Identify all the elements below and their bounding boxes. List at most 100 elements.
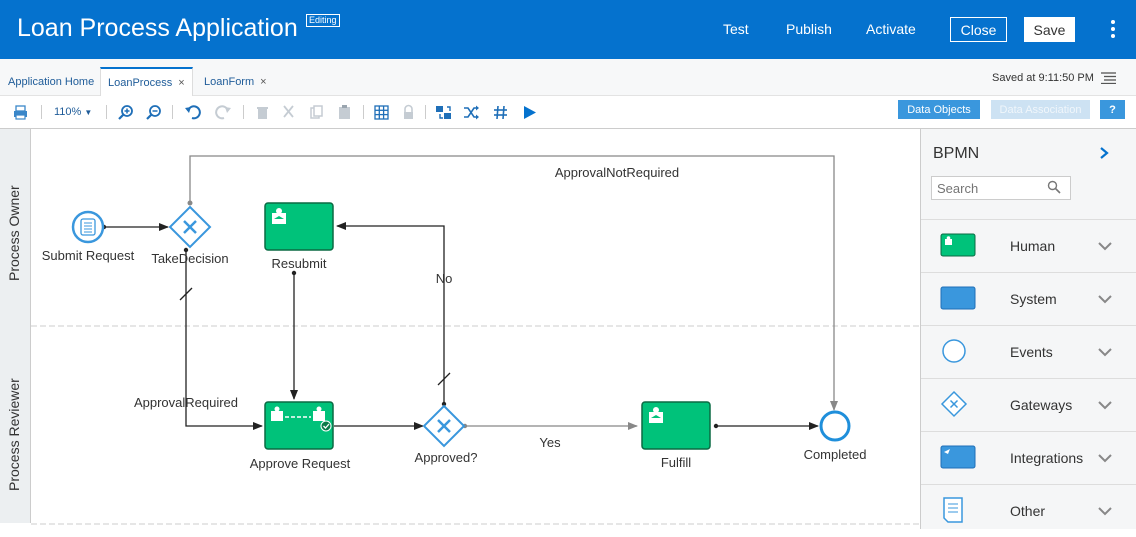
close-tab-icon[interactable]: × xyxy=(178,77,184,89)
palette-item-label: Other xyxy=(1010,503,1046,519)
app-header: Loan Process Application Editing Test Pu… xyxy=(0,0,1136,59)
flow-approval-not-required[interactable] xyxy=(187,155,838,411)
activate-link[interactable]: Activate xyxy=(866,21,916,37)
zoom-out-icon[interactable] xyxy=(145,104,162,121)
palette-item-human[interactable]: Human xyxy=(921,219,1136,272)
palette-item-label: Integrations xyxy=(1010,450,1084,466)
flow-no[interactable] xyxy=(336,222,451,407)
approved-gateway[interactable] xyxy=(422,404,466,448)
hash-icon[interactable] xyxy=(492,104,509,121)
palette-item-gateways[interactable]: Gateways xyxy=(921,378,1136,431)
tab-loanprocess[interactable]: LoanProcess × xyxy=(100,67,193,96)
save-button[interactable]: Save xyxy=(1024,17,1075,42)
print-icon[interactable] xyxy=(12,104,29,121)
bpmn-diagram: ApprovalNotRequired ApprovalRequired No … xyxy=(31,155,920,525)
test-link[interactable]: Test xyxy=(723,21,749,37)
node-label: Completed xyxy=(804,447,867,462)
chevron-down-icon[interactable] xyxy=(1098,347,1112,357)
take-decision-gateway[interactable] xyxy=(168,205,212,249)
flow-submit-to-decision[interactable] xyxy=(101,223,169,231)
tab-label: Application Home xyxy=(8,75,95,88)
cut-icon[interactable] xyxy=(280,104,297,121)
divider xyxy=(41,105,42,119)
chevron-down-icon[interactable] xyxy=(1098,506,1112,516)
node-label: Approved? xyxy=(415,450,478,465)
flow-label: No xyxy=(436,271,453,286)
chevron-down-icon[interactable] xyxy=(1098,400,1112,410)
list-icon[interactable] xyxy=(1101,72,1116,84)
chevron-right-icon[interactable] xyxy=(1097,146,1111,160)
completed-end-event[interactable] xyxy=(819,410,851,442)
undo-icon[interactable] xyxy=(184,104,201,121)
zoom-select[interactable]: 110% ▼ xyxy=(54,106,92,118)
system-task-icon xyxy=(940,286,976,310)
tab-bar: Application Home LoanProcess × LoanForm … xyxy=(0,59,1136,96)
flow-label: ApprovalRequired xyxy=(134,395,238,410)
palette-item-system[interactable]: System xyxy=(921,272,1136,325)
node-label: Approve Request xyxy=(250,456,351,471)
help-button[interactable]: ? xyxy=(1100,100,1125,119)
play-icon[interactable] xyxy=(521,104,538,121)
flow-label: Yes xyxy=(539,435,561,450)
redo-icon[interactable] xyxy=(215,104,232,121)
event-icon xyxy=(942,339,966,363)
node-label: Submit Request xyxy=(42,248,135,263)
chevron-down-icon[interactable] xyxy=(1098,241,1112,251)
grid-icon[interactable] xyxy=(373,104,390,121)
tab-loanform[interactable]: LoanForm × xyxy=(197,67,274,96)
zoom-in-icon[interactable] xyxy=(117,104,134,121)
node-label: Resubmit xyxy=(272,256,327,271)
bpmn-palette: BPMN Human System Events Gat xyxy=(920,129,1136,529)
copy-icon[interactable] xyxy=(308,104,325,121)
shuffle-icon[interactable] xyxy=(463,104,480,121)
divider xyxy=(363,105,364,119)
saved-status: Saved at 9:11:50 PM xyxy=(992,72,1094,84)
lock-icon[interactable] xyxy=(400,104,417,121)
resubmit-task[interactable] xyxy=(264,202,334,251)
diagram-canvas[interactable]: Process Owner Process Reviewer ApprovalN… xyxy=(0,129,920,529)
tab-label: LoanForm xyxy=(204,75,255,88)
delete-icon[interactable] xyxy=(254,104,271,121)
flow-resubmit-to-approve[interactable] xyxy=(290,270,298,400)
flow-fulfill-to-completed[interactable] xyxy=(713,422,819,430)
divider xyxy=(425,105,426,119)
node-label: TakeDecision xyxy=(151,251,228,266)
palette-item-other[interactable]: Other xyxy=(921,484,1136,537)
close-tab-icon[interactable]: × xyxy=(260,76,266,88)
palette-item-label: Gateways xyxy=(1010,397,1073,413)
palette-item-label: Events xyxy=(1010,344,1053,360)
palette-item-events[interactable]: Events xyxy=(921,325,1136,378)
fulfill-task[interactable] xyxy=(641,401,711,450)
editing-badge: Editing xyxy=(306,14,340,27)
tab-label: LoanProcess xyxy=(108,76,173,89)
app-title: Loan Process Application xyxy=(17,14,298,42)
submit-request-event[interactable] xyxy=(71,210,105,244)
integration-icon xyxy=(940,445,976,469)
paste-icon[interactable] xyxy=(336,104,353,121)
palette-item-label: System xyxy=(1010,291,1057,307)
approve-request-task[interactable] xyxy=(264,401,334,450)
search-icon[interactable] xyxy=(1047,180,1061,194)
publish-link[interactable]: Publish xyxy=(786,21,832,37)
divider xyxy=(106,105,107,119)
close-button[interactable]: Close xyxy=(950,17,1007,42)
tab-application-home[interactable]: Application Home xyxy=(1,67,101,96)
data-objects-button[interactable]: Data Objects xyxy=(898,100,980,119)
document-icon xyxy=(943,497,963,523)
more-menu-icon[interactable] xyxy=(1110,20,1116,38)
chevron-down-icon[interactable] xyxy=(1098,453,1112,463)
palette-item-label: Human xyxy=(1010,238,1056,254)
node-label: Fulfill xyxy=(661,455,691,470)
divider xyxy=(243,105,244,119)
divider xyxy=(172,105,173,119)
data-association-button[interactable]: Data Association xyxy=(991,100,1090,119)
gateway-icon xyxy=(940,390,968,418)
palette-title: BPMN xyxy=(933,145,980,162)
flow-label: ApprovalNotRequired xyxy=(555,165,679,180)
palette-item-integrations[interactable]: Integrations xyxy=(921,431,1136,484)
auto-layout-icon[interactable] xyxy=(435,104,452,121)
flow-yes[interactable] xyxy=(462,422,638,430)
human-task-icon xyxy=(940,233,976,257)
zoom-value: 110% xyxy=(54,106,82,118)
chevron-down-icon[interactable] xyxy=(1098,294,1112,304)
